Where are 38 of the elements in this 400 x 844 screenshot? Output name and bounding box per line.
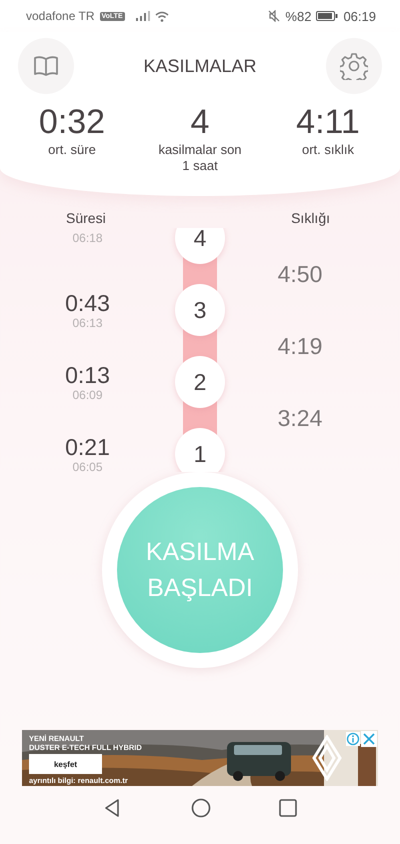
clock-time: 06:19	[343, 8, 376, 24]
contraction-number[interactable]: 1	[175, 428, 225, 472]
contraction-interval: 3:24	[278, 404, 322, 432]
contraction-time: 06:18	[72, 231, 103, 245]
screen-title: KASILMALAR	[143, 56, 257, 76]
stat-label: ort. sıklık	[300, 142, 355, 158]
contraction-interval: 4:50	[278, 260, 322, 288]
diamond-logo-icon	[312, 735, 342, 781]
contraction-time: 06:05	[72, 460, 103, 472]
contraction-time: 06:13	[72, 316, 103, 330]
info-icon[interactable]	[346, 732, 360, 746]
contraction-number[interactable]: 4	[175, 228, 225, 264]
book-icon	[33, 55, 59, 77]
contraction-time: 06:09	[72, 388, 103, 402]
contraction-interval: 4:19	[278, 332, 322, 360]
contraction-number[interactable]: 2	[175, 356, 225, 408]
mute-icon	[268, 10, 280, 22]
stat-label: ort. süre	[47, 142, 97, 158]
wifi-icon	[154, 10, 169, 22]
stat-value: 4	[190, 102, 210, 142]
stat-label: kasilmalar son 1 saat	[157, 142, 243, 174]
stat-value: 4:11	[296, 102, 360, 142]
battery-percent: %82	[285, 8, 312, 24]
contraction-duration: 0:13	[65, 362, 110, 388]
explore-button[interactable]: keşfet	[29, 754, 102, 774]
battery-icon	[316, 11, 338, 21]
contraction-number[interactable]: 3	[175, 284, 225, 336]
contraction-duration: 0:21	[65, 434, 110, 460]
home-icon[interactable]	[191, 798, 211, 818]
column-heading: Süresi	[66, 210, 106, 226]
carrier-name: vodafone TR	[26, 9, 94, 23]
contraction-duration: 0:43	[65, 290, 110, 316]
signal-icon	[136, 11, 150, 21]
stat-value: 0:32	[38, 102, 106, 142]
close-icon[interactable]	[361, 731, 377, 747]
column-heading: Sıklığı	[291, 210, 330, 226]
settings-icon	[340, 52, 368, 80]
recents-icon[interactable]	[279, 799, 297, 817]
